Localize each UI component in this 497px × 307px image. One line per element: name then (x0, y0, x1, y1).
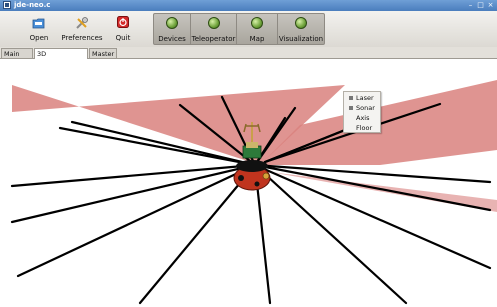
teleoperator-button[interactable]: Teleoperator (191, 14, 236, 46)
menu-item-label: Laser (356, 94, 374, 102)
laser-scan-area (270, 172, 497, 212)
tab-master[interactable]: Master (89, 48, 117, 58)
power-icon (117, 16, 129, 28)
visualization-status-icon (295, 17, 307, 29)
menu-item-sonar[interactable]: Sonar (344, 103, 382, 113)
menu-item-label: Sonar (356, 104, 375, 112)
teleoperator-label: Teleoperator (191, 35, 236, 43)
title-bar: jde-neo.c – □ × (0, 0, 497, 11)
visualization-button[interactable]: Visualization (278, 14, 324, 46)
3d-viewport[interactable]: Laser Sonar Axis Floor (0, 59, 497, 307)
menu-item-laser[interactable]: Laser (344, 93, 382, 103)
tab-main[interactable]: Main (1, 48, 33, 58)
app-icon (3, 1, 11, 9)
menu-item-label: Axis (356, 114, 370, 122)
close-button[interactable]: × (486, 1, 495, 10)
layers-context-menu: Laser Sonar Axis Floor (343, 91, 381, 133)
teleoperator-status-icon (207, 17, 220, 29)
maximize-button[interactable]: □ (476, 1, 485, 10)
devices-label: Devices (158, 35, 186, 43)
tools-icon (76, 17, 88, 29)
sonar-ray (10, 163, 257, 224)
folder-icon (32, 18, 45, 29)
tab-3d-visualization[interactable]: 3D Visualization (34, 48, 88, 68)
menu-item-label: Floor (356, 124, 373, 132)
map-button[interactable]: Map (237, 14, 277, 46)
open-label: Open (29, 34, 49, 42)
minimize-button[interactable]: – (466, 1, 475, 10)
preferences-button[interactable]: Preferences (60, 13, 104, 45)
open-button[interactable]: Open (24, 13, 54, 45)
scene-canvas (10, 80, 497, 305)
tab-bar: Main 3D Visualization Master (0, 47, 497, 68)
quit-button[interactable]: Quit (110, 13, 136, 45)
quit-label: Quit (115, 34, 131, 42)
module-toolbar-group: Devices Teleoperator Map Visualization (153, 13, 325, 45)
sonar-ray (253, 163, 408, 305)
menu-item-axis[interactable]: Axis (344, 113, 382, 123)
devices-button[interactable]: Devices (154, 14, 190, 46)
preferences-label: Preferences (61, 34, 103, 42)
checkbox-indicator (349, 106, 353, 110)
visualization-label: Visualization (278, 35, 324, 43)
menu-item-floor[interactable]: Floor (344, 123, 382, 133)
checkbox-indicator (349, 96, 353, 100)
devices-status-icon (166, 17, 178, 29)
sonar-ray (253, 163, 492, 212)
window-title: jde-neo.c (14, 1, 51, 9)
map-status-icon (251, 17, 263, 29)
toolbar: Open Preferences Quit Devices Teleoperat… (0, 11, 497, 48)
map-label: Map (249, 35, 265, 43)
